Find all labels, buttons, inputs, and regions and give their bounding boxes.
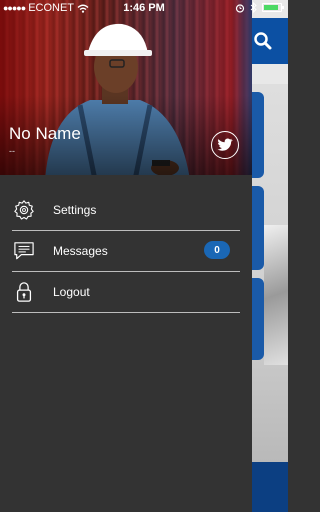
drawer-menu: Settings Messages 0 Logout xyxy=(12,190,240,313)
content-image xyxy=(264,225,288,365)
menu-item-label: Messages xyxy=(53,244,108,258)
unread-count-badge: 0 xyxy=(204,241,230,259)
battery-icon xyxy=(262,3,284,12)
twitter-icon xyxy=(217,138,233,151)
profile-header: No Name -- xyxy=(0,0,252,175)
alarm-icon xyxy=(235,3,245,13)
profile-name: No Name xyxy=(9,124,81,143)
background-app[interactable] xyxy=(252,0,288,512)
menu-item-messages[interactable]: Messages 0 xyxy=(12,231,240,272)
bluetooth-icon xyxy=(250,2,257,13)
twitter-button[interactable] xyxy=(211,131,239,159)
app-bottom-bar xyxy=(252,462,288,512)
menu-item-label: Settings xyxy=(53,203,97,217)
menu-item-label: Logout xyxy=(53,285,90,299)
content-card[interactable] xyxy=(252,92,264,178)
content-card[interactable] xyxy=(252,278,264,360)
content-card[interactable] xyxy=(252,186,264,270)
menu-item-logout[interactable]: Logout xyxy=(12,272,240,313)
app-screen: ●●●●● ECONET 1:46 PM No Name -- Settings… xyxy=(0,0,288,512)
profile-subtitle: -- xyxy=(9,146,15,156)
status-bar: ●●●●● ECONET 1:46 PM xyxy=(0,0,288,18)
messages-icon xyxy=(12,239,36,263)
navigation-drawer: No Name -- Settings Messages 0 Logout xyxy=(0,0,252,512)
menu-item-settings[interactable]: Settings xyxy=(12,190,240,231)
settings-icon xyxy=(12,198,36,222)
lock-icon xyxy=(12,280,36,304)
search-icon[interactable] xyxy=(252,30,274,52)
